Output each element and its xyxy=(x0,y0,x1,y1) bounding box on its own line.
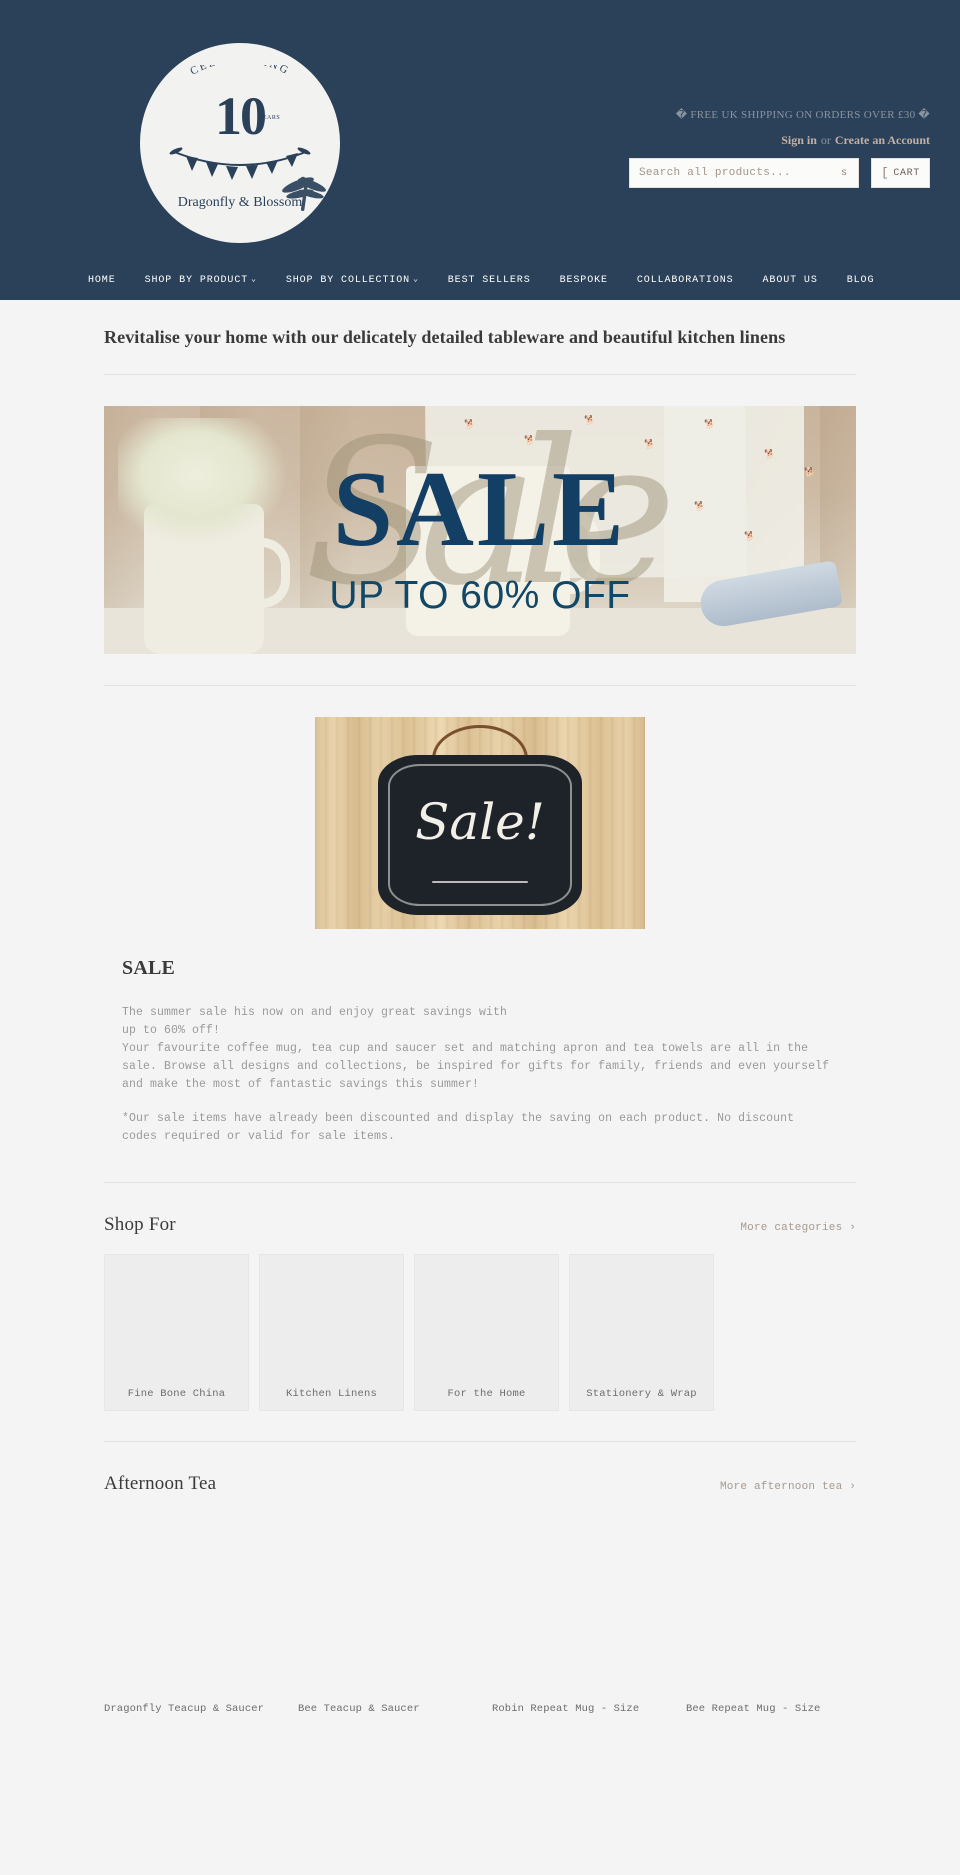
logo-years-label: YEARS xyxy=(258,115,281,121)
nav-item-collaborations[interactable]: COLLABORATIONS xyxy=(637,275,734,286)
afternoon-tea-header: Afternoon Tea More afternoon tea › xyxy=(104,1473,856,1495)
shop-for-header: Shop For More categories › xyxy=(104,1214,856,1236)
shop-for-section: Shop For More categories › Fine Bone Chi… xyxy=(104,1183,856,1442)
hero-headline: SALE xyxy=(332,450,628,569)
product-card[interactable]: Dragonfly Teacup & Saucer xyxy=(104,1513,279,1717)
product-thumbnail xyxy=(492,1513,667,1688)
sale-body: The summer sale his now on and enjoy gre… xyxy=(122,1004,832,1146)
site-header: CELEBRATING 10 YEARS xyxy=(0,0,960,300)
nav-item-shop-by-collection[interactable]: SHOP BY COLLECTION ⌄ xyxy=(286,275,419,286)
chevron-down-icon: ⌄ xyxy=(251,274,257,284)
product-grid: Dragonfly Teacup & Saucer Bee Teacup & S… xyxy=(104,1513,861,1717)
sale-chalkboard-image: Sale! xyxy=(315,717,645,929)
product-name: Robin Repeat Mug - Size xyxy=(492,1703,640,1715)
sale-paragraph-2: *Our sale items have already been discou… xyxy=(122,1112,795,1143)
cart-icon: [ xyxy=(881,166,889,180)
product-thumbnail xyxy=(104,1513,279,1688)
logo-circle: CELEBRATING 10 YEARS xyxy=(140,43,340,243)
dog-motif: 🐕 xyxy=(704,420,716,430)
search-box[interactable]: s xyxy=(629,158,859,188)
cart-label: CART xyxy=(893,167,920,179)
nav-item-bespoke[interactable]: BESPOKE xyxy=(560,275,608,286)
sign-in-link[interactable]: Sign in xyxy=(781,133,817,147)
category-card[interactable]: Stationery & Wrap xyxy=(569,1254,714,1411)
shipping-banner: � FREE UK SHIPPING ON ORDERS OVER £30 � xyxy=(675,109,930,121)
svg-text:CELEBRATING: CELEBRATING xyxy=(188,65,292,78)
chalkboard: Sale! xyxy=(378,755,582,915)
sale-section: Sale! SALE The summer sale his now on an… xyxy=(104,686,856,1183)
product-thumbnail xyxy=(298,1513,473,1688)
account-links-separator: or xyxy=(820,133,831,147)
header-inner: CELEBRATING 10 YEARS xyxy=(0,0,960,260)
category-card[interactable]: For the Home xyxy=(414,1254,559,1411)
chalkboard-flourish xyxy=(432,881,528,883)
page-content: Revitalise your home with our delicately… xyxy=(0,300,960,1737)
product-card[interactable]: Bee Repeat Mug - Size xyxy=(686,1513,861,1717)
chalkboard-text: Sale! xyxy=(415,793,545,851)
search-input[interactable] xyxy=(639,167,839,179)
afternoon-tea-title: Afternoon Tea xyxy=(104,1473,217,1494)
hero-subheadline: UP TO 60% OFF xyxy=(329,574,631,617)
create-account-link[interactable]: Create an Account xyxy=(835,133,930,147)
hero-sale-banner[interactable]: 🐕 🐕 🐕 🐕 🐕 🐕 🐕 🐕 🐕 🐕 Sale SALE UP TO 60% … xyxy=(104,406,856,654)
category-label: Kitchen Linens xyxy=(285,1388,377,1400)
afternoon-tea-section: Afternoon Tea More afternoon tea › Drago… xyxy=(104,1442,861,1717)
nav-item-best-sellers[interactable]: BEST SELLERS xyxy=(448,275,531,286)
category-grid: Fine Bone China Kitchen Linens For the H… xyxy=(104,1254,856,1411)
more-afternoon-tea-link[interactable]: More afternoon tea › xyxy=(720,1481,856,1493)
nav-label: BEST SELLERS xyxy=(447,274,531,286)
category-label: Stationery & Wrap xyxy=(586,1388,697,1400)
nav-item-blog[interactable]: BLOG xyxy=(847,275,875,286)
product-name: Dragonfly Teacup & Saucer xyxy=(104,1703,265,1715)
nav-label: SHOP BY PRODUCT xyxy=(144,274,249,286)
nav-label: COLLABORATIONS xyxy=(636,274,734,286)
search-cart-row: s [ CART xyxy=(510,158,930,188)
category-label: Fine Bone China xyxy=(127,1388,226,1400)
sale-paragraph-1: The summer sale his now on and enjoy gre… xyxy=(122,1006,830,1091)
product-thumbnail xyxy=(686,1513,861,1688)
category-card[interactable]: Kitchen Linens xyxy=(259,1254,404,1411)
site-logo[interactable]: CELEBRATING 10 YEARS xyxy=(140,43,340,243)
nav-label: SHOP BY COLLECTION xyxy=(285,274,411,286)
logo-brand-name: Dragonfly & Blossom xyxy=(177,195,303,210)
chevron-down-icon: ⌄ xyxy=(413,274,419,284)
nav-label: BESPOKE xyxy=(559,274,608,286)
search-icon[interactable]: s xyxy=(839,168,849,179)
more-categories-link[interactable]: More categories › xyxy=(740,1222,856,1234)
nav-label: HOME xyxy=(88,274,116,286)
nav-item-shop-by-product[interactable]: SHOP BY PRODUCT ⌄ xyxy=(145,275,257,286)
cart-button[interactable]: [ CART xyxy=(871,158,930,188)
main-navigation: HOME SHOP BY PRODUCT ⌄ SHOP BY COLLECTION… xyxy=(0,260,960,300)
product-name: Bee Repeat Mug - Size xyxy=(686,1703,821,1715)
sale-heading: SALE xyxy=(122,957,176,979)
product-card[interactable]: Bee Teacup & Saucer xyxy=(298,1513,473,1717)
product-card[interactable]: Robin Repeat Mug - Size xyxy=(492,1513,667,1717)
category-label: For the Home xyxy=(447,1388,526,1400)
product-name: Bee Teacup & Saucer xyxy=(298,1703,420,1715)
nav-label: ABOUT US xyxy=(762,274,818,286)
shop-for-title: Shop For xyxy=(104,1214,176,1235)
nav-item-home[interactable]: HOME xyxy=(88,275,116,286)
category-card[interactable]: Fine Bone China xyxy=(104,1254,249,1411)
page-tagline: Revitalise your home with our delicately… xyxy=(104,327,786,347)
account-links: Sign in or Create an Account xyxy=(510,133,930,148)
divider xyxy=(104,374,856,375)
nav-label: BLOG xyxy=(846,274,875,286)
nav-item-about-us[interactable]: ABOUT US xyxy=(763,275,818,286)
header-right-column: � FREE UK SHIPPING ON ORDERS OVER £30 � … xyxy=(510,108,930,188)
content-container: Revitalise your home with our delicately… xyxy=(104,300,861,1717)
logo-number: 10 xyxy=(215,86,267,146)
